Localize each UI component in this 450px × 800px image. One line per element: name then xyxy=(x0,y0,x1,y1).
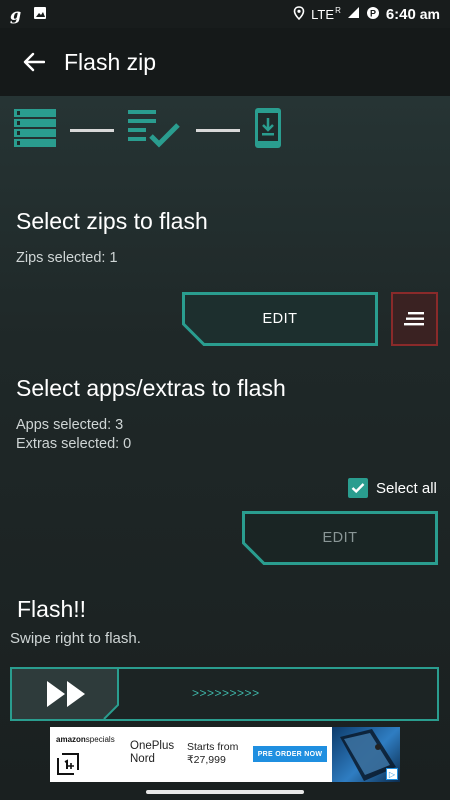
flash-instructions: Swipe right to flash. xyxy=(10,630,141,647)
app-toolbar: Flash zip xyxy=(0,28,450,96)
zips-selected-count: Zips selected: 1 xyxy=(16,250,118,266)
home-gesture-handle[interactable] xyxy=(146,790,304,794)
swipe-arrows: >>>>>>>>> xyxy=(192,686,260,700)
edit-zips-label: EDIT xyxy=(262,311,298,327)
main-content: Select zips to flash Zips selected: 1 ED… xyxy=(0,96,450,800)
svg-text:P: P xyxy=(370,8,376,18)
arrow-left-icon xyxy=(23,52,45,72)
data-saver-icon: P xyxy=(366,6,380,23)
select-all-label: Select all xyxy=(376,479,437,497)
oneplus-logo-icon xyxy=(57,753,79,775)
sort-menu-button[interactable] xyxy=(391,292,438,346)
ad-product-line2: Nord xyxy=(130,753,155,765)
swipe-handle[interactable] xyxy=(12,669,122,719)
sort-lines-icon xyxy=(403,312,424,326)
step-connector xyxy=(196,128,240,132)
ad-product-line1: OnePlus xyxy=(130,740,175,752)
select-all-checkbox[interactable]: Select all xyxy=(348,478,437,498)
swipe-to-flash-slider[interactable]: >>>>>>>>> xyxy=(10,667,439,721)
edit-apps-button[interactable]: EDIT xyxy=(242,511,438,565)
zips-section-title: Select zips to flash xyxy=(16,208,208,234)
ad-price-prefix: Starts from xyxy=(187,741,239,753)
ad-brand-suffix: specials xyxy=(85,735,115,744)
edit-apps-label: EDIT xyxy=(322,530,358,546)
progress-stepper xyxy=(14,107,282,154)
status-bar: g LTE R P 6:40 am xyxy=(0,0,450,28)
clock-ampm: am xyxy=(419,5,440,22)
checklist-icon xyxy=(128,108,182,153)
g-app-icon: g xyxy=(10,4,22,24)
ad-info-icon[interactable]: ▷ xyxy=(386,768,398,780)
ad-banner[interactable]: amazonspecials OnePlus Nord Starts from … xyxy=(50,727,400,782)
ad-price: ₹27,999 xyxy=(187,754,226,766)
ad-brand: amazon xyxy=(56,735,86,744)
apps-selected-count: Apps selected: 3 xyxy=(16,417,124,433)
step-connector xyxy=(70,128,114,132)
network-type: LTE xyxy=(311,6,335,22)
checkbox-checked-icon[interactable] xyxy=(348,478,368,498)
flash-section-title: Flash!! xyxy=(17,596,87,622)
page-title: Flash zip xyxy=(64,48,157,75)
roaming-mark: R xyxy=(335,5,341,15)
extras-selected-count: Extras selected: 0 xyxy=(16,436,132,452)
location-icon xyxy=(293,5,305,23)
signal-icon xyxy=(347,6,360,22)
clock: 6:40 xyxy=(385,5,416,23)
phone-download-icon xyxy=(254,107,282,154)
list-icon xyxy=(14,108,56,152)
ad-preorder-button[interactable]: PRE ORDER NOW xyxy=(253,746,327,762)
back-button[interactable] xyxy=(14,42,54,82)
navigation-bar xyxy=(0,782,450,800)
apps-section-title: Select apps/extras to flash xyxy=(16,375,286,401)
image-icon xyxy=(33,6,47,23)
edit-zips-button[interactable]: EDIT xyxy=(182,292,378,346)
